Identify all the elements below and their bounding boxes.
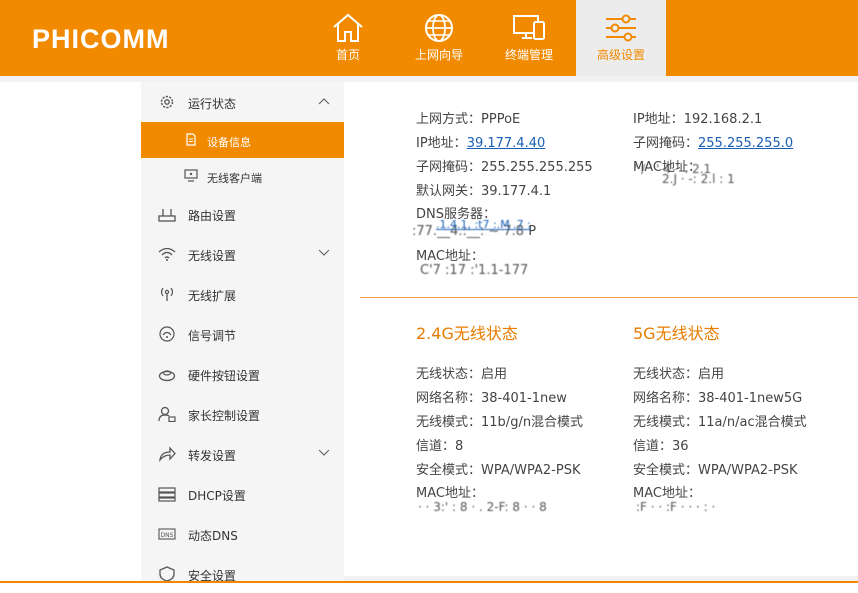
chevron-up-icon xyxy=(318,98,330,105)
globe-icon xyxy=(425,14,453,42)
sidebar-item-label: 信号调节 xyxy=(188,329,237,343)
sidebar-subitem-label: 设备信息 xyxy=(207,136,251,149)
wan-gateway: 默认网关：39.177.4.1 xyxy=(416,184,552,199)
wifi5-mode: 无线模式：11a/n/ac混合模式 xyxy=(633,415,807,430)
sidebar: 运行状态 设备信息 无线客户端 路由设置 无线设置 无线扩展 信号调节 硬件按钮… xyxy=(141,82,344,582)
document-icon xyxy=(186,133,196,146)
wifi24-mode: 无线模式：11b/g/n混合模式 xyxy=(416,415,584,430)
nav-device-management-label: 终端管理 xyxy=(504,48,553,62)
wifi5-title: 5G无线状态 xyxy=(633,324,720,343)
shield-icon xyxy=(159,566,175,582)
sidebar-item-label: 动态DNS xyxy=(188,529,238,543)
dns-icon: DNS xyxy=(158,528,176,540)
wifi24-mac-value: · · 3:' : 8 · . 2-F: 8 · · 8 xyxy=(418,500,547,514)
wan-ip-link[interactable]: 39.177.4.40 xyxy=(467,136,546,151)
nav-home-label: 首页 xyxy=(335,48,360,62)
sidebar-item-signal-adjust[interactable]: 信号调节 xyxy=(141,314,344,354)
button-icon xyxy=(158,370,176,382)
sidebar-subitem-label: 无线客户端 xyxy=(207,172,262,185)
top-header: PHICOMM 首页 上网向导 终端管理 高级设置 xyxy=(0,0,858,76)
wan-ip: IP地址：39.177.4.40 xyxy=(416,136,546,151)
sidebar-item-hardware-button[interactable]: 硬件按钮设置 xyxy=(141,354,344,394)
wifi5-status: 无线状态：启用 xyxy=(633,367,725,382)
footer-background xyxy=(0,583,858,593)
wifi24-ssid: 网络名称：38-401-1new xyxy=(416,391,567,406)
wifi24-status: 无线状态：启用 xyxy=(416,367,508,382)
devices-icon xyxy=(513,15,545,40)
nav-advanced-settings[interactable]: 高级设置 xyxy=(576,0,666,76)
lan-mask-link[interactable]: 255.255.255.0 xyxy=(698,136,793,151)
lan-mask: 子网掩码：255.255.255.0 xyxy=(633,136,794,151)
sidebar-item-ddns[interactable]: DNS 动态DNS xyxy=(141,514,344,554)
sidebar-item-label: 运行状态 xyxy=(188,97,237,111)
wan-mac-value: C'7 :17 :'1.1-177 xyxy=(420,263,529,278)
wifi5-mac-label: MAC地址： xyxy=(633,486,701,501)
sidebar-item-parental-control[interactable]: 家长控制设置 xyxy=(141,394,344,434)
sidebar-item-label: 路由设置 xyxy=(188,209,237,223)
wan-mode: 上网方式：PPPoE xyxy=(416,112,521,127)
brand-logo: PHICOMM xyxy=(32,24,170,54)
wifi24-channel: 信道：8 xyxy=(416,439,464,454)
wan-dns-link[interactable]: .1.4.1, :t7 :.M .7 : xyxy=(436,218,531,231)
monitor-icon xyxy=(184,169,198,182)
lan-mac-value-2: 2.J · -: 2.l : 1 xyxy=(662,172,735,186)
share-arrow-icon xyxy=(159,446,176,462)
signal-icon xyxy=(159,326,175,342)
wifi24-title: 2.4G无线状态 xyxy=(416,324,518,343)
sidebar-item-label: 转发设置 xyxy=(188,449,237,463)
nav-internet-wizard-label: 上网向导 xyxy=(414,48,463,62)
wan-mac-label: MAC地址： xyxy=(416,249,484,264)
sidebar-item-running-status[interactable]: 运行状态 xyxy=(141,82,344,122)
lan-ip: IP地址：192.168.2.1 xyxy=(633,112,763,127)
sidebar-subitem-wireless-clients[interactable]: 无线客户端 xyxy=(141,158,344,194)
sidebar-item-dhcp[interactable]: DHCP设置 xyxy=(141,474,344,514)
nav-internet-wizard[interactable]: 上网向导 xyxy=(394,0,484,76)
wifi-icon xyxy=(158,247,176,261)
sidebar-item-label: 家长控制设置 xyxy=(188,409,261,423)
home-icon xyxy=(333,13,363,42)
wifi5-mac-value: :F · · :F · · · : · xyxy=(636,500,716,514)
sidebar-item-routing[interactable]: 路由设置 xyxy=(141,194,344,234)
sliders-icon xyxy=(606,14,636,42)
section-divider xyxy=(360,297,858,298)
sidebar-item-label: 硬件按钮设置 xyxy=(188,369,261,383)
sidebar-item-label: 无线设置 xyxy=(188,249,237,263)
wifi5-ssid: 网络名称：38-401-1new5G xyxy=(633,391,803,406)
device-info-panel: 上网方式：PPPoE IP地址：39.177.4.40 子网掩码：255.255… xyxy=(344,82,858,576)
sidebar-item-label: 安全设置 xyxy=(188,569,237,582)
nav-home[interactable]: 首页 xyxy=(303,0,393,76)
nav-advanced-settings-label: 高级设置 xyxy=(596,48,645,62)
chevron-down-icon xyxy=(318,449,330,456)
wifi5-security: 安全模式：WPA/WPA2-PSK xyxy=(633,463,798,478)
sidebar-item-wireless-settings[interactable]: 无线设置 xyxy=(141,234,344,274)
sidebar-item-wireless-extension[interactable]: 无线扩展 xyxy=(141,274,344,314)
antenna-icon xyxy=(160,287,174,301)
nav-device-management[interactable]: 终端管理 xyxy=(484,0,574,76)
gear-icon xyxy=(160,95,174,109)
chevron-down-icon xyxy=(318,249,330,256)
page-background-left xyxy=(0,82,141,581)
sidebar-item-security[interactable]: 安全设置 xyxy=(141,554,344,582)
server-icon xyxy=(158,487,176,502)
wifi24-mac-label: MAC地址： xyxy=(416,486,484,501)
sidebar-item-forwarding[interactable]: 转发设置 xyxy=(141,434,344,474)
sidebar-item-label: 无线扩展 xyxy=(188,289,237,303)
svg-text:DNS: DNS xyxy=(161,532,174,539)
user-lock-icon xyxy=(158,406,176,422)
wifi24-security: 安全模式：WPA/WPA2-PSK xyxy=(416,463,581,478)
sidebar-subitem-device-info[interactable]: 设备信息 xyxy=(141,122,344,158)
wan-mask: 子网掩码：255.255.255.255 xyxy=(416,160,593,175)
wifi5-channel: 信道：36 xyxy=(633,439,689,454)
sidebar-item-label: DHCP设置 xyxy=(188,489,246,503)
router-icon xyxy=(158,209,176,222)
